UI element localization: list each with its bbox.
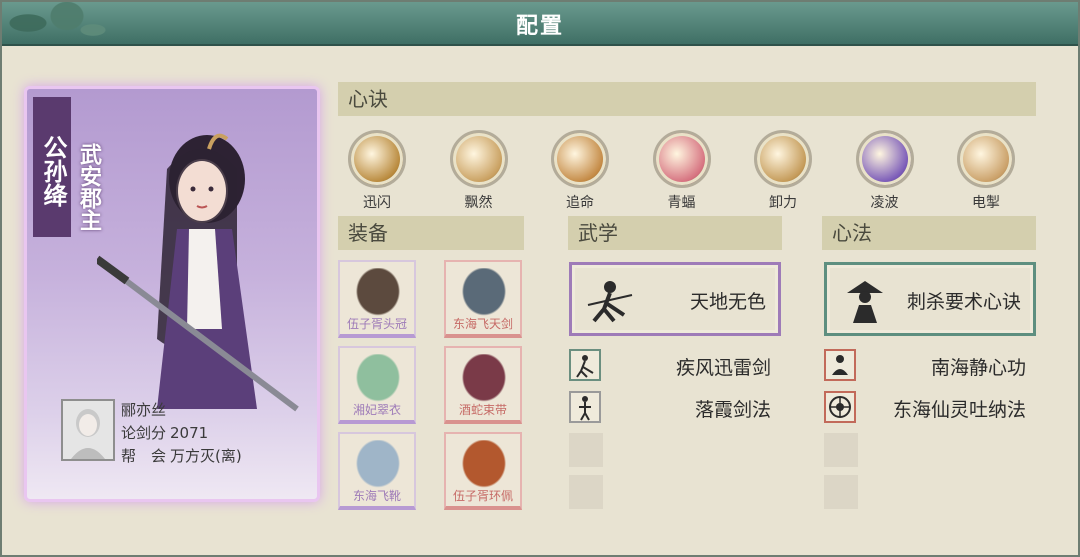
bat-icon bbox=[652, 130, 711, 188]
equipment-slot[interactable]: 湘妃翠衣 bbox=[338, 346, 416, 424]
player-score-row: 论剑分 2071 bbox=[121, 422, 246, 445]
xinfa-sub-label-1: 南海静心功 bbox=[930, 357, 1026, 379]
skill-slot[interactable]: 青蝠 bbox=[650, 130, 714, 212]
player-avatar[interactable] bbox=[61, 399, 115, 461]
crown-icon bbox=[352, 268, 404, 320]
xinfa-sub-slot-2[interactable]: 东海仙灵吐纳法 bbox=[824, 391, 1026, 423]
guild-value: 万方灭(离) bbox=[170, 447, 242, 465]
title-bar: 配置 bbox=[2, 2, 1078, 72]
section-header-xinfa: 心法 bbox=[822, 216, 1036, 250]
pendant-icon bbox=[458, 440, 510, 492]
equipment-slot[interactable]: 酒蛇束带 bbox=[444, 346, 522, 424]
skill-slot[interactable]: 迅闪 bbox=[345, 130, 409, 212]
xinfa-main-slot[interactable]: 刺杀要术心诀 bbox=[824, 262, 1036, 336]
equipment-label: 湘妃翠衣 bbox=[352, 403, 401, 417]
empty-slot[interactable] bbox=[569, 433, 603, 467]
fighter-icon bbox=[569, 349, 601, 381]
skill-slot[interactable]: 凌波 bbox=[853, 130, 917, 212]
robe-icon bbox=[352, 354, 404, 406]
dash-icon bbox=[348, 130, 406, 188]
equipment-label: 伍子胥环佩 bbox=[452, 489, 513, 503]
wave-icon bbox=[855, 130, 914, 188]
xinfa-sub-label-2: 东海仙灵吐纳法 bbox=[892, 399, 1026, 421]
skill-slot[interactable]: 卸力 bbox=[751, 130, 815, 212]
score-label: 论剑分 bbox=[121, 424, 167, 442]
character-portrait bbox=[97, 133, 299, 412]
equipment-label: 东海飞天剑 bbox=[452, 317, 513, 331]
equipment-label: 东海飞靴 bbox=[352, 489, 401, 503]
skill-slot[interactable]: 追命 bbox=[548, 130, 612, 212]
equipment-slot[interactable]: 东海飞天剑 bbox=[444, 260, 522, 338]
character-title: 武安郡主 bbox=[76, 143, 102, 231]
xinfa-sub-slot-1[interactable]: 南海静心功 bbox=[824, 349, 1026, 381]
section-header-xinjue: 心诀 bbox=[338, 82, 1036, 116]
swordsman-icon bbox=[587, 281, 633, 323]
deflect-icon bbox=[754, 130, 812, 188]
skill-label: 电掣 bbox=[972, 195, 1000, 211]
wuxue-main-slot[interactable]: 天地无色 bbox=[569, 262, 781, 336]
swirl-icon bbox=[449, 130, 508, 188]
window-title: 配置 bbox=[515, 13, 564, 39]
skill-label: 凌波 bbox=[870, 195, 899, 211]
skill-label: 追命 bbox=[566, 195, 594, 211]
skill-label: 飘然 bbox=[464, 195, 493, 211]
skill-label: 迅闪 bbox=[363, 195, 391, 211]
character-name: 公孙绛 bbox=[33, 97, 71, 237]
belt-icon bbox=[458, 354, 510, 406]
equipment-slot[interactable]: 伍子胥环佩 bbox=[444, 432, 522, 510]
character-card[interactable]: 公孙绛 武安郡主 郦亦丝 论剑分 2071 帮 会万方灭(离) bbox=[24, 86, 320, 502]
lightning-icon bbox=[957, 130, 1015, 188]
equipment-slot[interactable]: 东海飞靴 bbox=[338, 432, 416, 510]
equipment-slot[interactable]: 伍子胥头冠 bbox=[338, 260, 416, 338]
wuxue-sub-slot-1[interactable]: 疾风迅雷剑 bbox=[569, 349, 771, 381]
section-header-equip: 装备 bbox=[338, 216, 524, 250]
lotus-emblem-icon bbox=[824, 391, 856, 423]
player-guild-row: 帮 会万方灭(离) bbox=[121, 445, 246, 468]
equipment-label: 酒蛇束带 bbox=[458, 403, 507, 417]
empty-slot[interactable] bbox=[824, 475, 858, 509]
wuxue-main-label: 天地无色 bbox=[689, 291, 766, 313]
skill-label: 卸力 bbox=[769, 195, 797, 211]
empty-slot[interactable] bbox=[824, 433, 858, 467]
standing-figure-icon bbox=[569, 391, 601, 423]
wuxue-sub-label-1: 疾风迅雷剑 bbox=[675, 357, 771, 379]
score-value: 2071 bbox=[170, 424, 209, 442]
section-header-wuxue: 武学 bbox=[568, 216, 782, 250]
chase-icon bbox=[551, 130, 609, 188]
boots-icon bbox=[352, 440, 404, 492]
empty-slot[interactable] bbox=[569, 475, 603, 509]
meditating-monk-icon bbox=[824, 349, 856, 381]
equipment-label: 伍子胥头冠 bbox=[346, 317, 407, 331]
xinfa-main-label: 刺杀要术心诀 bbox=[906, 291, 1021, 313]
hatted-warrior-icon bbox=[847, 281, 883, 323]
config-panel: 配置 公孙绛 武安郡主 郦亦丝 论剑分 2071 帮 会 万方灭(离) 心诀 迅… bbox=[0, 0, 1080, 557]
wuxue-sub-slot-2[interactable]: 落霞剑法 bbox=[569, 391, 771, 423]
skill-slot[interactable]: 电掣 bbox=[954, 130, 1018, 212]
player-info: 郦亦丝 论剑分 2071 帮 会万方灭(离) bbox=[121, 399, 246, 468]
player-name: 郦亦丝 bbox=[121, 401, 167, 419]
skill-slot[interactable]: 飘然 bbox=[447, 130, 511, 212]
guild-label: 帮 会 bbox=[121, 447, 167, 465]
sword-icon bbox=[458, 268, 510, 320]
skill-label: 青蝠 bbox=[667, 195, 696, 211]
wuxue-sub-label-2: 落霞剑法 bbox=[694, 399, 771, 421]
